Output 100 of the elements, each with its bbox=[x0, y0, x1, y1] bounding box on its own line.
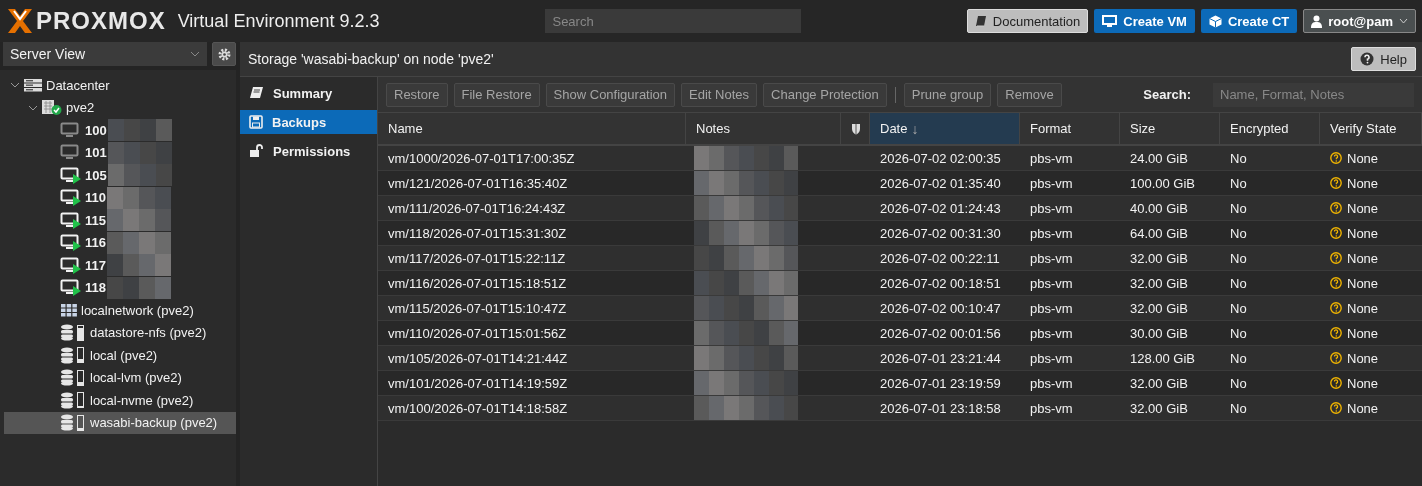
table-cell-text: 100.00 GiB bbox=[1129, 174, 1197, 193]
table-cell-text: No bbox=[1229, 399, 1248, 418]
table-cell-text: vm/117/2026-07-01T15:22:11Z bbox=[387, 249, 567, 268]
usage-meter bbox=[77, 392, 84, 409]
table-cell-text: 32.00 GiB bbox=[1129, 299, 1189, 318]
verify-state: None bbox=[1347, 300, 1379, 316]
tree-item[interactable]: 101 bbox=[4, 141, 236, 164]
column-header[interactable]: Notes bbox=[686, 113, 841, 144]
table-cell-text: pbs-vm bbox=[1029, 274, 1074, 293]
column-header[interactable]: Verify State bbox=[1320, 113, 1422, 144]
column-header[interactable]: Name bbox=[378, 113, 686, 144]
user-icon bbox=[1311, 14, 1323, 28]
book-icon bbox=[974, 14, 987, 28]
tree-item[interactable]: 115 bbox=[4, 209, 236, 232]
question-icon bbox=[1330, 152, 1342, 164]
usage-meter bbox=[77, 369, 84, 386]
table-cell-text: No bbox=[1229, 174, 1248, 193]
documentation-button[interactable]: Documentation bbox=[966, 9, 1089, 33]
unlocked-padlock-icon bbox=[249, 144, 264, 158]
table-cell-text: 128.00 GiB bbox=[1129, 349, 1197, 368]
table-cell-text: 2026-07-02 00:22:11 bbox=[879, 249, 1001, 268]
table-cell-text: 2026-07-01 23:18:58 bbox=[879, 399, 1002, 418]
table-cell-text: pbs-vm bbox=[1029, 349, 1074, 368]
table-cell-text: 2026-07-02 01:24:43 bbox=[879, 199, 1002, 218]
table-cell-text: 30.00 GiB bbox=[1129, 324, 1189, 343]
server-rack-icon bbox=[23, 78, 43, 93]
tree-item[interactable]: wasabi-backup (pve2) bbox=[4, 411, 236, 434]
create-ct-button[interactable]: Create CT bbox=[1200, 9, 1298, 33]
table-cell-text: pbs-vm bbox=[1029, 299, 1074, 318]
column-header[interactable]: Encrypted bbox=[1220, 113, 1320, 144]
table-cell-text: pbs-vm bbox=[1029, 324, 1074, 343]
question-icon bbox=[1330, 227, 1342, 239]
tree-item[interactable]: localnetwork (pve2) bbox=[4, 299, 236, 322]
table-cell-text: 32.00 GiB bbox=[1129, 399, 1189, 418]
tree-item[interactable]: 117 bbox=[4, 254, 236, 277]
verify-state: None bbox=[1347, 375, 1379, 391]
question-icon bbox=[1330, 402, 1342, 414]
tree-item[interactable]: local-nvme (pve2) bbox=[4, 389, 236, 412]
verify-state: None bbox=[1347, 225, 1379, 241]
verify-state: None bbox=[1347, 400, 1379, 416]
nav-tab[interactable]: Backups bbox=[240, 110, 377, 134]
table-cell-text: vm/100/2026-07-01T14:18:58Z bbox=[387, 399, 569, 418]
table-cell-text: pbs-vm bbox=[1029, 399, 1074, 418]
verify-state: None bbox=[1347, 250, 1379, 266]
tree-item[interactable]: local-lvm (pve2) bbox=[4, 366, 236, 389]
tree-item[interactable]: 116 bbox=[4, 231, 236, 254]
view-dropdown[interactable]: Server View bbox=[3, 42, 207, 66]
brand-name: PROXMOX bbox=[36, 7, 166, 35]
help-button[interactable]: Help bbox=[1351, 47, 1416, 71]
table-cell-text: pbs-vm bbox=[1029, 174, 1074, 193]
tree-item[interactable]: 100 bbox=[4, 119, 236, 142]
settings-icon bbox=[217, 47, 231, 61]
tree-item[interactable]: local (pve2) bbox=[4, 344, 236, 367]
nav-tab[interactable]: Summary bbox=[240, 81, 377, 105]
table-cell-text: 2026-07-02 02:00:35 bbox=[879, 149, 1002, 168]
table-cell-text: No bbox=[1229, 224, 1248, 243]
table-cell-text: No bbox=[1229, 324, 1248, 343]
tree-item[interactable]: 105 bbox=[4, 164, 236, 187]
nav-tab[interactable]: Permissions bbox=[240, 139, 377, 163]
column-header[interactable]: Format bbox=[1020, 113, 1120, 144]
table-cell-text: No bbox=[1229, 199, 1248, 218]
tree-item[interactable]: 118 bbox=[4, 276, 236, 299]
column-header[interactable]: Size bbox=[1120, 113, 1220, 144]
table-cell-text: pbs-vm bbox=[1029, 224, 1074, 243]
table-cell-text: vm/105/2026-07-01T14:21:44Z bbox=[387, 349, 569, 368]
table-cell-text: No bbox=[1229, 274, 1248, 293]
user-menu-button[interactable]: root@pam bbox=[1303, 9, 1416, 33]
database-icon bbox=[60, 414, 74, 432]
table-cell-text: vm/110/2026-07-01T15:01:56Z bbox=[387, 324, 568, 343]
table-cell-text: 2026-07-02 00:18:51 bbox=[879, 274, 1002, 293]
table-cell-text: 2026-07-01 23:19:59 bbox=[879, 374, 1002, 393]
table-cell-text: 40.00 GiB bbox=[1129, 199, 1189, 218]
table-cell-text: 64.00 GiB bbox=[1129, 224, 1189, 243]
question-icon bbox=[1330, 327, 1342, 339]
tree-item[interactable]: datastore-nfs (pve2) bbox=[4, 321, 236, 344]
tree-item[interactable]: Datacenter bbox=[4, 74, 236, 97]
verify-state: None bbox=[1347, 325, 1379, 341]
tree-item[interactable]: pve2 bbox=[4, 96, 236, 119]
question-icon bbox=[1330, 277, 1342, 289]
search-field[interactable]: Search bbox=[545, 9, 802, 33]
tree-item[interactable]: 110 bbox=[4, 186, 236, 209]
monitor-icon bbox=[1102, 14, 1118, 28]
question-icon bbox=[1330, 177, 1342, 189]
column-header[interactable]: Date ↓ bbox=[870, 113, 1020, 144]
question-icon bbox=[1330, 377, 1342, 389]
database-icon bbox=[60, 369, 74, 387]
table-cell-text: No bbox=[1229, 249, 1248, 268]
settings-button[interactable] bbox=[212, 42, 236, 66]
create-vm-button[interactable]: Create VM bbox=[1094, 9, 1195, 33]
table-cell-text: 2026-07-02 00:10:47 bbox=[879, 299, 1002, 318]
search-field[interactable]: Name, Format, Notes bbox=[1213, 82, 1414, 107]
search-label: Search: bbox=[1143, 87, 1191, 102]
logo-icon bbox=[6, 8, 34, 34]
question-icon bbox=[1330, 352, 1342, 364]
verify-state: None bbox=[1347, 150, 1379, 166]
verify-state: None bbox=[1347, 175, 1379, 191]
book-icon bbox=[249, 86, 264, 100]
table-cell-text: vm/116/2026-07-01T15:18:51Z bbox=[387, 274, 568, 293]
table-cell-text: 2026-07-02 00:31:30 bbox=[879, 224, 1002, 243]
table-cell-text: pbs-vm bbox=[1029, 249, 1074, 268]
